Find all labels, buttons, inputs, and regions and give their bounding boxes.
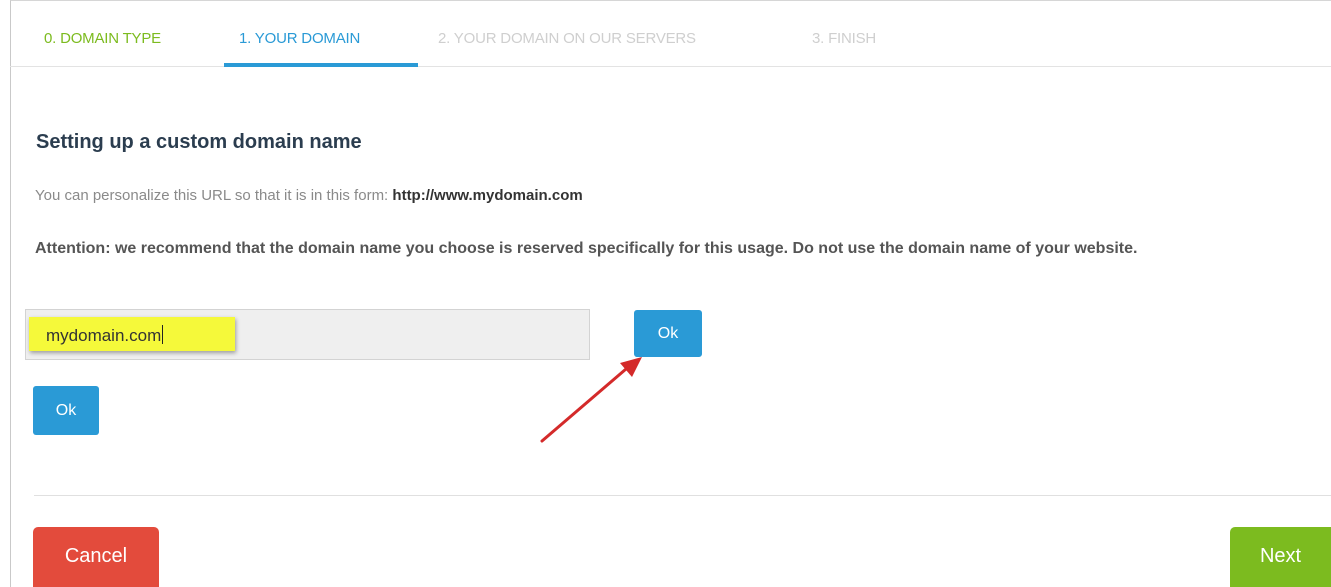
annotation-arrow-icon — [540, 357, 642, 443]
url-description: You can personalize this URL so that it … — [35, 187, 583, 204]
cancel-button[interactable]: Cancel — [33, 527, 159, 587]
attention-notice: Attention: we recommend that the domain … — [35, 240, 1138, 257]
text-caret — [162, 325, 164, 344]
step-domain-on-servers[interactable]: 2. YOUR DOMAIN ON OUR SERVERS — [438, 30, 696, 47]
domain-input-value: mydomain.com — [46, 325, 164, 346]
ok-button[interactable]: Ok — [33, 386, 99, 435]
next-button[interactable]: Next — [1230, 527, 1331, 587]
page-title: Setting up a custom domain name — [36, 131, 362, 153]
step-finish[interactable]: 3. FINISH — [812, 30, 876, 47]
example-url: http://www.mydomain.com — [392, 187, 583, 204]
step-your-domain[interactable]: 1. YOUR DOMAIN — [239, 30, 360, 47]
wizard-panel — [10, 0, 1331, 587]
url-description-text: You can personalize this URL so that it … — [35, 187, 393, 204]
footer-divider — [34, 495, 1331, 496]
active-step-indicator — [224, 63, 418, 67]
domain-input[interactable]: mydomain.com — [25, 309, 590, 360]
domain-input-text: mydomain.com — [46, 326, 162, 345]
step-domain-type[interactable]: 0. DOMAIN TYPE — [44, 30, 161, 47]
